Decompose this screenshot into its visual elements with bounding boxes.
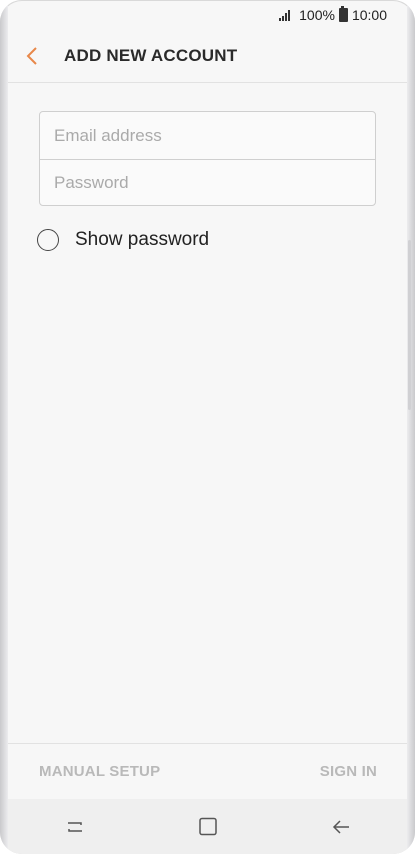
bottom-actions: MANUAL SETUP SIGN IN [8, 743, 407, 799]
home-icon [198, 817, 217, 835]
nav-back-button[interactable] [316, 807, 366, 847]
page-title: ADD NEW ACCOUNT [64, 46, 238, 65]
manual-setup-button[interactable]: MANUAL SETUP [39, 763, 160, 780]
show-password-label: Show password [75, 229, 210, 250]
recents-icon [67, 821, 82, 832]
device-edge-left [0, 0, 8, 854]
status-bar: 100% 10:00 [0, 0, 415, 30]
recents-button[interactable] [50, 807, 100, 847]
account-form: Email address Password [39, 111, 376, 206]
side-key [408, 240, 411, 410]
sign-in-button[interactable]: SIGN IN [320, 763, 377, 780]
home-button[interactable] [183, 807, 233, 847]
battery-percent: 100% [299, 7, 335, 23]
back-button[interactable] [8, 30, 56, 82]
show-password-option[interactable]: Show password [37, 226, 209, 254]
chevron-left-icon [26, 47, 37, 65]
phone-screen: 100% 10:00 ADD NEW ACCOUNT Email address… [0, 0, 415, 854]
signal-icon [279, 9, 295, 21]
email-field[interactable]: Email address [40, 112, 375, 159]
password-field[interactable]: Password [40, 159, 375, 205]
battery-icon [338, 6, 348, 22]
show-password-radio[interactable] [37, 229, 59, 251]
clock: 10:00 [351, 7, 387, 23]
app-bar: ADD NEW ACCOUNT [8, 30, 407, 83]
device-edge-right [407, 0, 415, 854]
arrow-left-icon [332, 819, 349, 834]
navigation-bar [8, 799, 407, 854]
